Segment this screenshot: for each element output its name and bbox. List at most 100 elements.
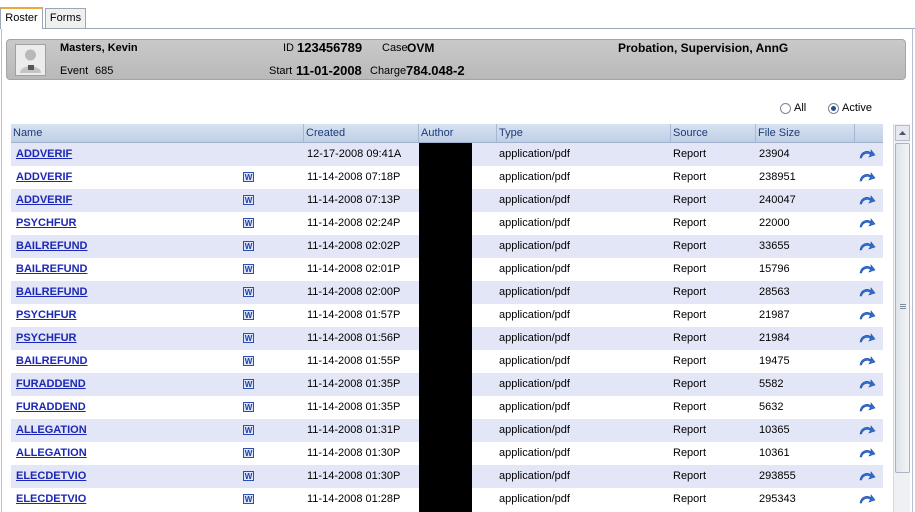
- source-cell: Report: [673, 309, 707, 321]
- type-cell: application/pdf: [499, 309, 570, 321]
- event-label: Event: [60, 65, 89, 77]
- column-header-source[interactable]: Source: [671, 124, 756, 142]
- open-arrow-icon[interactable]: [858, 193, 876, 208]
- open-arrow-icon[interactable]: [858, 423, 876, 438]
- open-arrow-icon[interactable]: [858, 446, 876, 461]
- open-arrow-icon[interactable]: [858, 216, 876, 231]
- word-doc-icon[interactable]: W: [243, 241, 254, 251]
- event-value: 685: [95, 65, 114, 77]
- word-doc-icon[interactable]: W: [243, 494, 254, 504]
- file-size-cell: 10365: [759, 424, 790, 436]
- column-header-name[interactable]: Name: [11, 124, 304, 142]
- supervision-status: Probation, Supervision, AnnG: [618, 41, 789, 55]
- document-name-link[interactable]: FURADDEND: [16, 396, 86, 419]
- document-name-link[interactable]: FURADDEND: [16, 373, 86, 396]
- person-header: Masters, Kevin Event 685 ID 123456789 Ca…: [6, 39, 906, 80]
- open-arrow-icon[interactable]: [858, 400, 876, 415]
- filter-active-radio[interactable]: Active: [828, 102, 872, 114]
- word-doc-icon[interactable]: W: [243, 195, 254, 205]
- column-header-author[interactable]: Author: [419, 124, 497, 142]
- document-name-link[interactable]: PSYCHFUR: [16, 327, 77, 350]
- source-cell: Report: [673, 470, 707, 482]
- document-name-link[interactable]: ELECDETVIO: [16, 488, 86, 511]
- vertical-scrollbar[interactable]: [893, 124, 910, 512]
- word-doc-icon[interactable]: W: [243, 333, 254, 343]
- open-arrow-icon[interactable]: [858, 492, 876, 507]
- document-name-link[interactable]: BAILREFUND: [16, 350, 88, 373]
- source-cell: Report: [673, 493, 707, 505]
- column-header-action: [855, 124, 883, 142]
- created-cell: 11-14-2008 02:01P: [307, 263, 401, 275]
- file-size-cell: 5582: [759, 378, 784, 390]
- file-size-cell: 10361: [759, 447, 790, 459]
- start-value: 11-01-2008: [296, 63, 362, 78]
- source-cell: Report: [673, 378, 707, 390]
- case-value: OVM: [407, 41, 435, 55]
- open-arrow-icon[interactable]: [858, 308, 876, 323]
- document-name-link[interactable]: ELECDETVIO: [16, 465, 86, 488]
- created-cell: 11-14-2008 01:35P: [307, 378, 401, 390]
- created-cell: 11-14-2008 02:24P: [307, 217, 401, 229]
- word-doc-icon[interactable]: W: [243, 264, 254, 274]
- open-arrow-icon[interactable]: [858, 239, 876, 254]
- type-cell: application/pdf: [499, 470, 570, 482]
- column-header-type[interactable]: Type: [497, 124, 671, 142]
- word-doc-icon[interactable]: W: [243, 287, 254, 297]
- person-name: Masters, Kevin: [60, 42, 138, 54]
- tab-forms[interactable]: Forms: [45, 8, 86, 28]
- created-cell: 11-14-2008 07:18P: [307, 171, 401, 183]
- source-cell: Report: [673, 263, 707, 275]
- filter-active-label: Active: [842, 102, 872, 115]
- open-arrow-icon[interactable]: [858, 354, 876, 369]
- word-doc-icon[interactable]: W: [243, 379, 254, 389]
- radio-circle: [780, 102, 791, 114]
- open-arrow-icon[interactable]: [858, 469, 876, 484]
- document-name-link[interactable]: BAILREFUND: [16, 235, 88, 258]
- source-cell: Report: [673, 401, 707, 413]
- scroll-up-button[interactable]: [895, 125, 910, 141]
- source-cell: Report: [673, 447, 707, 459]
- word-doc-icon[interactable]: W: [243, 356, 254, 366]
- document-name-link[interactable]: ALLEGATION: [16, 419, 87, 442]
- filter-all-radio[interactable]: All: [780, 102, 806, 114]
- word-doc-icon[interactable]: W: [243, 448, 254, 458]
- tab-roster[interactable]: Roster: [0, 7, 43, 29]
- open-arrow-icon[interactable]: [858, 262, 876, 277]
- redacted-author-column: [419, 143, 472, 512]
- open-arrow-icon[interactable]: [858, 331, 876, 346]
- word-doc-icon[interactable]: W: [243, 218, 254, 228]
- word-doc-icon[interactable]: W: [243, 310, 254, 320]
- file-size-cell: 33655: [759, 240, 790, 252]
- document-name-link[interactable]: ADDVERIF: [16, 166, 72, 189]
- document-name-link[interactable]: BAILREFUND: [16, 281, 88, 304]
- open-arrow-icon[interactable]: [858, 147, 876, 162]
- document-name-link[interactable]: ADDVERIF: [16, 189, 72, 212]
- document-name-link[interactable]: ADDVERIF: [16, 143, 72, 166]
- file-size-cell: 19475: [759, 355, 790, 367]
- document-name-link[interactable]: BAILREFUND: [16, 258, 88, 281]
- person-placeholder-icon: [20, 49, 41, 73]
- word-doc-icon[interactable]: W: [243, 425, 254, 435]
- document-name-link[interactable]: PSYCHFUR: [16, 212, 77, 235]
- column-header-file-size[interactable]: File Size: [756, 124, 855, 142]
- grip-line: [900, 308, 906, 309]
- file-size-cell: 15796: [759, 263, 790, 275]
- open-arrow-icon[interactable]: [858, 170, 876, 185]
- source-cell: Report: [673, 148, 707, 160]
- scroll-thumb[interactable]: [895, 143, 910, 473]
- grid-header: Name Created Author Type Source File Siz…: [11, 124, 883, 143]
- open-arrow-icon[interactable]: [858, 377, 876, 392]
- start-label: Start: [269, 65, 293, 77]
- word-doc-icon[interactable]: W: [243, 172, 254, 182]
- open-arrow-icon[interactable]: [858, 285, 876, 300]
- file-size-cell: 23904: [759, 148, 790, 160]
- file-size-cell: 295343: [759, 493, 796, 505]
- word-doc-icon[interactable]: W: [243, 402, 254, 412]
- word-doc-icon[interactable]: W: [243, 471, 254, 481]
- filter-all-label: All: [794, 102, 807, 115]
- file-size-cell: 5632: [759, 401, 784, 413]
- column-header-created[interactable]: Created: [304, 124, 419, 142]
- document-name-link[interactable]: PSYCHFUR: [16, 304, 77, 327]
- type-cell: application/pdf: [499, 217, 570, 229]
- document-name-link[interactable]: ALLEGATION: [16, 442, 87, 465]
